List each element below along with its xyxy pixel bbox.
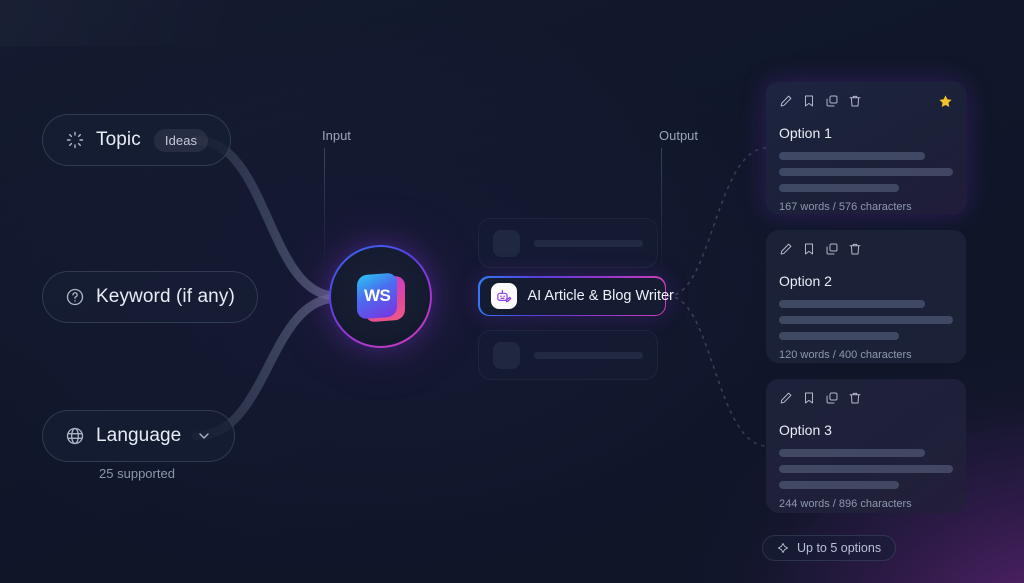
option-card-actions [779, 391, 953, 405]
input-pill-topic[interactable]: Topic Ideas [42, 114, 232, 166]
canvas: Topic Ideas Keyword (if any) Language 25… [0, 0, 1024, 583]
selected-tool-label: AI Article & Blog Writer [527, 288, 674, 304]
copy-icon[interactable] [825, 242, 839, 256]
topic-badge[interactable]: Ideas [153, 128, 209, 152]
edit-icon[interactable] [779, 94, 793, 108]
output-column-label: Output [659, 128, 699, 143]
central-brand-node[interactable]: WS [329, 245, 432, 348]
bookmark-icon[interactable] [802, 391, 816, 405]
selected-tool-inner: AI Article & Blog Writer [479, 277, 674, 315]
sparkle-diamond-icon [777, 542, 789, 554]
skeleton-bar [779, 481, 900, 489]
central-node-inner: WS [331, 247, 430, 346]
option-card-skeleton [779, 449, 953, 489]
copy-icon[interactable] [825, 391, 839, 405]
input-pill-label: Topic [96, 129, 141, 150]
input-pill-language[interactable]: Language [42, 410, 236, 462]
options-limit-pill[interactable]: Up to 5 options [762, 535, 897, 561]
tool-placeholder-icon [493, 229, 520, 257]
options-limit-label: Up to 5 options [797, 541, 882, 555]
chevron-down-icon[interactable] [196, 428, 212, 444]
input-pill-keyword[interactable]: Keyword (if any) [42, 271, 258, 323]
skeleton-bar [779, 152, 926, 160]
robot-write-icon [490, 283, 517, 309]
bookmark-icon[interactable] [802, 94, 816, 108]
tool-placeholder-bar [534, 351, 643, 359]
trash-icon[interactable] [848, 391, 862, 405]
ws-logo: WS [353, 269, 409, 325]
tool-placeholder-above [478, 218, 658, 268]
language-supported-note: 25 supported [99, 466, 175, 481]
sparkle-icon [66, 131, 84, 149]
skeleton-bar [779, 449, 926, 457]
option-card-title: Option 1 [779, 125, 832, 141]
help-circle-icon [66, 288, 84, 306]
option-card-skeleton [779, 152, 953, 192]
skeleton-bar [779, 316, 953, 324]
globe-icon [66, 427, 84, 445]
option-card-meta: 244 words / 896 characters [779, 498, 912, 510]
copy-icon[interactable] [825, 94, 839, 108]
tool-placeholder-bar [534, 239, 643, 247]
edit-icon[interactable] [779, 242, 793, 256]
option-card[interactable]: Option 2 120 words / 400 characters [766, 230, 966, 363]
ws-logo-text: WS [363, 285, 390, 305]
input-pill-label: Language [96, 425, 182, 446]
output-column-rule [661, 148, 662, 278]
option-card-title: Option 2 [779, 273, 832, 289]
option-card-title: Option 3 [779, 422, 832, 438]
option-card-meta: 167 words / 576 characters [779, 201, 912, 213]
tool-placeholder-icon [493, 341, 520, 369]
corner-highlight [0, 0, 240, 46]
trash-icon[interactable] [848, 94, 862, 108]
skeleton-bar [779, 465, 953, 473]
input-column-rule [324, 148, 325, 270]
option-card-inner: Option 1 167 words / 576 characters [766, 82, 966, 214]
input-column-label: Input [322, 128, 351, 143]
ws-logo-front-layer: WS [356, 272, 397, 319]
option-card-meta: 120 words / 400 characters [779, 349, 912, 361]
skeleton-bar [779, 168, 953, 176]
option-card-skeleton [779, 300, 953, 340]
option-card-actions [779, 94, 953, 108]
edit-icon[interactable] [779, 391, 793, 405]
option-card-actions [779, 242, 953, 256]
skeleton-bar [779, 332, 900, 340]
option-card[interactable]: Option 3 244 words / 896 characters [766, 379, 966, 513]
selected-tool-card[interactable]: AI Article & Blog Writer [478, 276, 674, 316]
skeleton-bar [779, 300, 926, 308]
tool-placeholder-below [478, 330, 658, 380]
bookmark-icon[interactable] [802, 242, 816, 256]
star-icon[interactable] [938, 94, 953, 109]
skeleton-bar [779, 184, 900, 192]
input-pill-label: Keyword (if any) [96, 286, 235, 307]
trash-icon[interactable] [848, 242, 862, 256]
option-card[interactable]: Option 1 167 words / 576 characters [766, 82, 966, 214]
